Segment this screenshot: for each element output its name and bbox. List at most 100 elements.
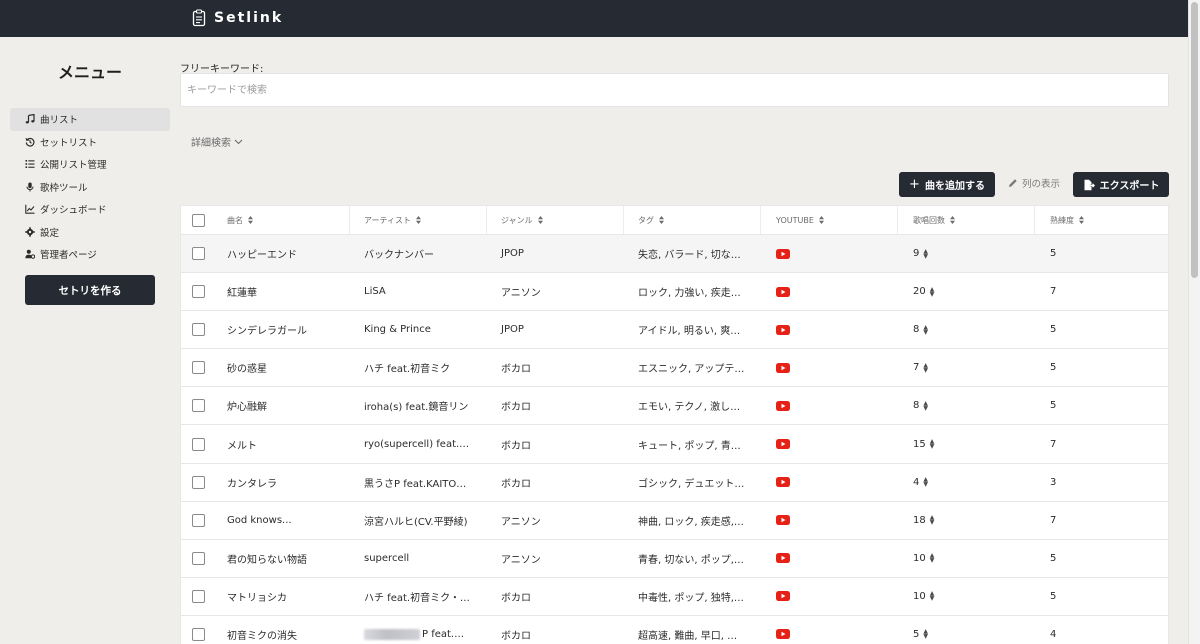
header-tags-label: タグ: [638, 215, 654, 225]
scrollbar-thumb[interactable]: [1191, 2, 1198, 278]
count-stepper[interactable]: ▲ ▼: [923, 400, 928, 411]
keyword-search-input[interactable]: [180, 73, 1169, 107]
header-title[interactable]: 曲名: [214, 206, 350, 234]
youtube-icon[interactable]: [776, 591, 790, 602]
count-stepper[interactable]: ▲ ▼: [930, 439, 935, 450]
decrement-icon[interactable]: ▼: [923, 329, 928, 335]
row-checkbox[interactable]: [192, 475, 205, 489]
youtube-icon[interactable]: [776, 515, 790, 526]
cell-tags: エモい, テクノ, 激し…: [624, 387, 761, 424]
genre: JPOP: [501, 324, 524, 336]
row-checkbox[interactable]: [192, 399, 205, 413]
decrement-icon[interactable]: ▼: [923, 405, 928, 411]
row-checkbox[interactable]: [192, 551, 205, 565]
sidebar-item-singing-tools[interactable]: 歌枠ツール: [10, 176, 170, 199]
header-tags[interactable]: タグ: [624, 206, 761, 234]
table-row[interactable]: マトリョシカ ハチ feat.初音ミク・… ボカロ 中毒性, ポップ, 独特, … 10…: [181, 577, 1168, 616]
count-stepper[interactable]: ▲ ▼: [923, 248, 928, 259]
count-stepper[interactable]: ▲ ▼: [923, 629, 928, 640]
table-row[interactable]: メルト ryo(supercell) feat.… ボカロ キュート, ポップ, 青……: [181, 425, 1168, 464]
youtube-icon[interactable]: [776, 553, 790, 564]
brand[interactable]: Setlink: [192, 9, 283, 27]
header-genre[interactable]: ジャンル: [487, 206, 624, 234]
sidebar-item-settings[interactable]: 設定: [10, 221, 170, 244]
decrement-icon[interactable]: ▼: [923, 253, 928, 259]
row-checkbox[interactable]: [192, 247, 205, 261]
select-all-checkbox[interactable]: [192, 213, 205, 227]
row-checkbox[interactable]: [192, 437, 205, 451]
count-stepper[interactable]: ▲ ▼: [930, 553, 935, 564]
header-proficiency[interactable]: 熟練度: [1035, 206, 1168, 234]
export-button[interactable]: エクスポート: [1073, 172, 1169, 197]
genre: ボカロ: [501, 402, 531, 414]
row-checkbox[interactable]: [192, 589, 205, 603]
sidebar-item-setlists[interactable]: セットリスト: [10, 131, 170, 154]
decrement-icon[interactable]: ▼: [923, 482, 928, 488]
youtube-icon[interactable]: [776, 286, 790, 297]
count-stepper[interactable]: ▲ ▼: [930, 515, 935, 526]
row-checkbox[interactable]: [192, 323, 205, 337]
youtube-icon[interactable]: [776, 248, 790, 259]
add-song-button[interactable]: + 曲を追加する: [899, 172, 995, 197]
header-count-label: 歌唱回数: [913, 215, 945, 225]
sidebar-item-label: セットリスト: [40, 137, 98, 149]
count-stepper[interactable]: ▲ ▼: [923, 362, 928, 373]
decrement-icon[interactable]: ▼: [930, 558, 935, 564]
cell-youtube: [761, 311, 898, 348]
decrement-icon[interactable]: ▼: [930, 520, 935, 526]
count-stepper[interactable]: ▲ ▼: [923, 324, 928, 335]
count-stepper[interactable]: ▲ ▼: [930, 591, 935, 602]
decrement-icon[interactable]: ▼: [930, 444, 935, 450]
cell-count: 20 ▲ ▼: [898, 273, 1035, 310]
row-checkbox[interactable]: [192, 627, 205, 641]
header-count[interactable]: 歌唱回数: [898, 206, 1035, 234]
youtube-icon[interactable]: [776, 324, 790, 335]
advanced-search-toggle[interactable]: 詳細検索: [191, 134, 243, 149]
chevron-down-icon: [234, 139, 243, 144]
count-stepper[interactable]: ▲ ▼: [930, 286, 935, 297]
youtube-icon[interactable]: [776, 400, 790, 411]
row-select-cell: [181, 540, 214, 577]
sidebar-item-songs[interactable]: 曲リスト: [10, 108, 170, 131]
cell-title: 炉心融解: [214, 387, 350, 424]
cell-artist: ハチ feat.初音ミク・…: [350, 578, 487, 615]
table-row[interactable]: 初音ミクの消失 P feat.… ボカロ 超高速, 難曲, 早口, 盛… 5 ▲ ▼ 4: [181, 615, 1168, 644]
cell-proficiency: 5: [1035, 235, 1168, 272]
count-stepper[interactable]: ▲ ▼: [923, 477, 928, 488]
table-row[interactable]: 砂の惑星 ハチ feat.初音ミク ボカロ エスニック, アップテ… 7 ▲ ▼ 5: [181, 349, 1168, 388]
page-scrollbar[interactable]: [1188, 0, 1200, 644]
youtube-icon[interactable]: [776, 439, 790, 450]
row-checkbox[interactable]: [192, 285, 205, 299]
table-row[interactable]: カンタレラ 黒うさP feat.KAITO… ボカロ ゴシック, デュエット… 4 ▲ ▼ 3: [181, 463, 1168, 502]
table-row[interactable]: God knows... 涼宮ハルヒ(CV.平野綾) アニソン 神曲, ロック, 疾走…: [181, 501, 1168, 540]
cell-count: 10 ▲ ▼: [898, 540, 1035, 577]
cell-youtube: [761, 502, 898, 539]
youtube-icon[interactable]: [776, 477, 790, 488]
table-row[interactable]: シンデレラガール King & Prince JPOP アイドル, 明るい, 爽… 8 ▲…: [181, 311, 1168, 350]
decrement-icon[interactable]: ▼: [923, 367, 928, 373]
decrement-icon[interactable]: ▼: [930, 596, 935, 602]
column-visibility-button[interactable]: 列の表示: [1008, 176, 1060, 190]
decrement-icon[interactable]: ▼: [930, 291, 935, 297]
sidebar-item-dashboard[interactable]: ダッシュボード: [10, 198, 170, 221]
cell-artist: LiSA: [350, 273, 487, 310]
decrement-icon[interactable]: ▼: [923, 634, 928, 640]
table-row[interactable]: 紅蓮華 LiSA アニソン ロック, 力強い, 疾走… 20 ▲ ▼ 7: [181, 273, 1168, 312]
header-artist[interactable]: アーティスト: [350, 206, 487, 234]
row-select-cell: [181, 616, 214, 644]
youtube-icon[interactable]: [776, 629, 790, 640]
top-bar: Setlink: [0, 0, 1188, 37]
table-row[interactable]: 炉心融解 iroha(s) feat.鏡音リン ボカロ エモい, テクノ, 激し… 8 ▲…: [181, 387, 1168, 426]
row-select-cell: [181, 311, 214, 348]
cell-genre: ボカロ: [487, 578, 624, 615]
sidebar-item-admin[interactable]: 管理者ページ: [10, 243, 170, 266]
sidebar-item-public-lists[interactable]: 公開リスト管理: [10, 153, 170, 176]
table-row[interactable]: ハッピーエンド バックナンバー JPOP 失恋, バラード, 切な… 9 ▲ ▼ 5: [181, 235, 1168, 274]
row-checkbox[interactable]: [192, 513, 205, 527]
table-row[interactable]: 君の知らない物語 supercell アニソン 青春, 切ない, ポップ, … 10 ▲ ▼…: [181, 539, 1168, 578]
youtube-icon[interactable]: [776, 362, 790, 373]
row-checkbox[interactable]: [192, 361, 205, 375]
cell-genre: ボカロ: [487, 387, 624, 424]
create-setlist-button[interactable]: セトリを作る: [25, 275, 155, 305]
header-youtube[interactable]: YOUTUBE: [761, 206, 898, 234]
